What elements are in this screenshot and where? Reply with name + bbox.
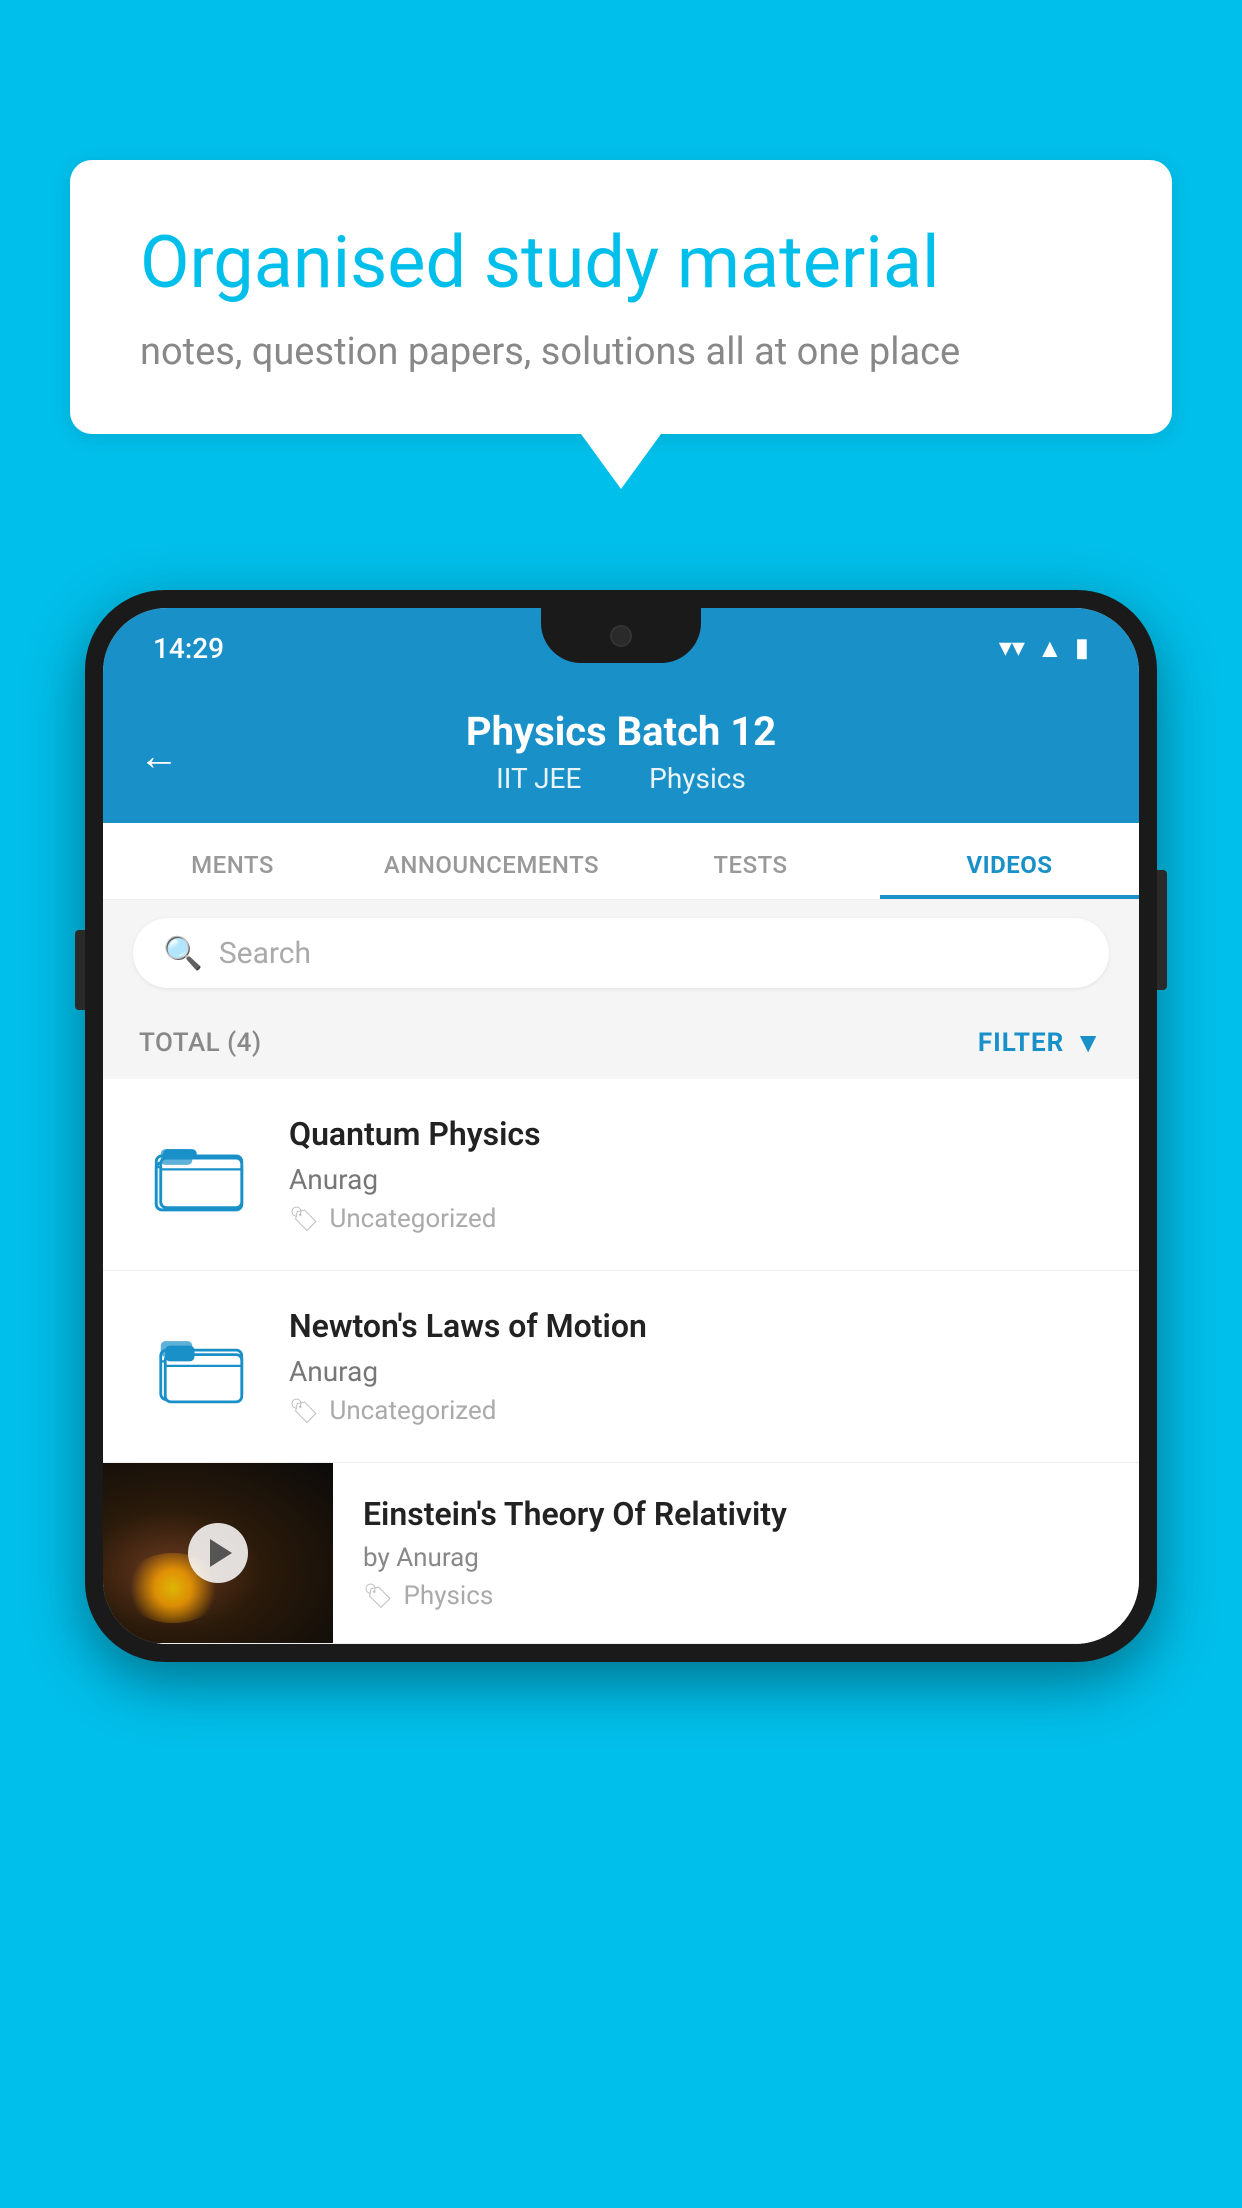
wifi-icon: ▾▾: [999, 633, 1025, 663]
app-title: Physics Batch 12: [143, 708, 1099, 756]
item-info: Quantum Physics Anurag 🏷 Uncategorized: [289, 1115, 1103, 1234]
search-placeholder-text: Search: [219, 936, 311, 971]
speech-bubble-arrow: [581, 434, 661, 489]
tab-bar: MENTS ANNOUNCEMENTS TESTS VIDEOS: [103, 823, 1139, 900]
phone-screen: 14:29 ▾▾ ▲ ▮ ← Physics Batch 12 IIT JEE …: [103, 608, 1139, 1644]
list-item[interactable]: Newton's Laws of Motion Anurag 🏷 Uncateg…: [103, 1271, 1139, 1463]
video-list: Quantum Physics Anurag 🏷 Uncategorized: [103, 1079, 1139, 1644]
item-title: Quantum Physics: [289, 1115, 1103, 1153]
back-button[interactable]: ←: [139, 732, 179, 779]
item-thumbnail: [139, 1125, 259, 1225]
tag-icon: 🏷: [363, 1582, 393, 1610]
play-button[interactable]: [188, 1523, 248, 1583]
filter-label: FILTER: [978, 1028, 1064, 1058]
folder-icon: [154, 1322, 244, 1412]
item-author: Anurag: [289, 1355, 1103, 1388]
search-bar-section: 🔍 Search: [103, 900, 1139, 1006]
filter-row: TOTAL (4) FILTER ▼: [103, 1006, 1139, 1079]
search-input-wrapper[interactable]: 🔍 Search: [133, 918, 1109, 988]
subtitle-physics: Physics: [649, 762, 746, 795]
total-count-label: TOTAL (4): [139, 1028, 262, 1058]
phone-notch: [541, 608, 701, 663]
list-item[interactable]: Einstein's Theory Of Relativity by Anura…: [103, 1463, 1139, 1644]
item-tag-row: 🏷 Physics: [363, 1581, 1109, 1611]
folder-icon: [154, 1130, 244, 1220]
subtitle-sep: [608, 762, 629, 795]
tab-ments[interactable]: MENTS: [103, 823, 362, 899]
status-bar: 14:29 ▾▾ ▲ ▮: [103, 608, 1139, 688]
einstein-info: Einstein's Theory Of Relativity by Anura…: [333, 1467, 1139, 1639]
item-info: Newton's Laws of Motion Anurag 🏷 Uncateg…: [289, 1307, 1103, 1426]
battery-icon: ▮: [1075, 633, 1089, 663]
tag-icon: 🏷: [289, 1397, 319, 1425]
filter-icon: ▼: [1074, 1026, 1103, 1059]
search-icon: 🔍: [163, 934, 203, 972]
phone-outer-frame: 14:29 ▾▾ ▲ ▮ ← Physics Batch 12 IIT JEE …: [85, 590, 1157, 1662]
list-item[interactable]: Quantum Physics Anurag 🏷 Uncategorized: [103, 1079, 1139, 1271]
tag-label: Uncategorized: [329, 1204, 496, 1234]
speech-bubble-subtitle: notes, question papers, solutions all at…: [140, 330, 1102, 374]
tab-tests[interactable]: TESTS: [621, 823, 880, 899]
tag-label: Physics: [403, 1581, 493, 1611]
item-tag-row: 🏷 Uncategorized: [289, 1204, 1103, 1234]
tab-announcements[interactable]: ANNOUNCEMENTS: [362, 823, 621, 899]
speech-bubble-section: Organised study material notes, question…: [70, 160, 1172, 489]
filter-button[interactable]: FILTER ▼: [978, 1026, 1103, 1059]
app-subtitle: IIT JEE Physics: [143, 762, 1099, 795]
camera-dot: [610, 625, 632, 647]
tag-icon: 🏷: [289, 1205, 319, 1233]
item-author: Anurag: [289, 1163, 1103, 1196]
tab-videos[interactable]: VIDEOS: [880, 823, 1139, 899]
item-title: Newton's Laws of Motion: [289, 1307, 1103, 1345]
item-tag-row: 🏷 Uncategorized: [289, 1396, 1103, 1426]
status-icons: ▾▾ ▲ ▮: [999, 633, 1089, 664]
status-time: 14:29: [153, 632, 224, 665]
signal-icon: ▲: [1037, 633, 1063, 664]
speech-bubble-title: Organised study material: [140, 220, 1102, 306]
subtitle-iit: IIT JEE: [496, 762, 581, 795]
speech-bubble-card: Organised study material notes, question…: [70, 160, 1172, 434]
play-triangle-icon: [210, 1539, 232, 1567]
item-author: by Anurag: [363, 1543, 1109, 1573]
app-header: ← Physics Batch 12 IIT JEE Physics: [103, 688, 1139, 823]
phone-mockup: 14:29 ▾▾ ▲ ▮ ← Physics Batch 12 IIT JEE …: [85, 590, 1157, 1662]
einstein-thumbnail: [103, 1463, 333, 1643]
tag-label: Uncategorized: [329, 1396, 496, 1426]
item-title: Einstein's Theory Of Relativity: [363, 1495, 1109, 1533]
item-thumbnail: [139, 1317, 259, 1417]
